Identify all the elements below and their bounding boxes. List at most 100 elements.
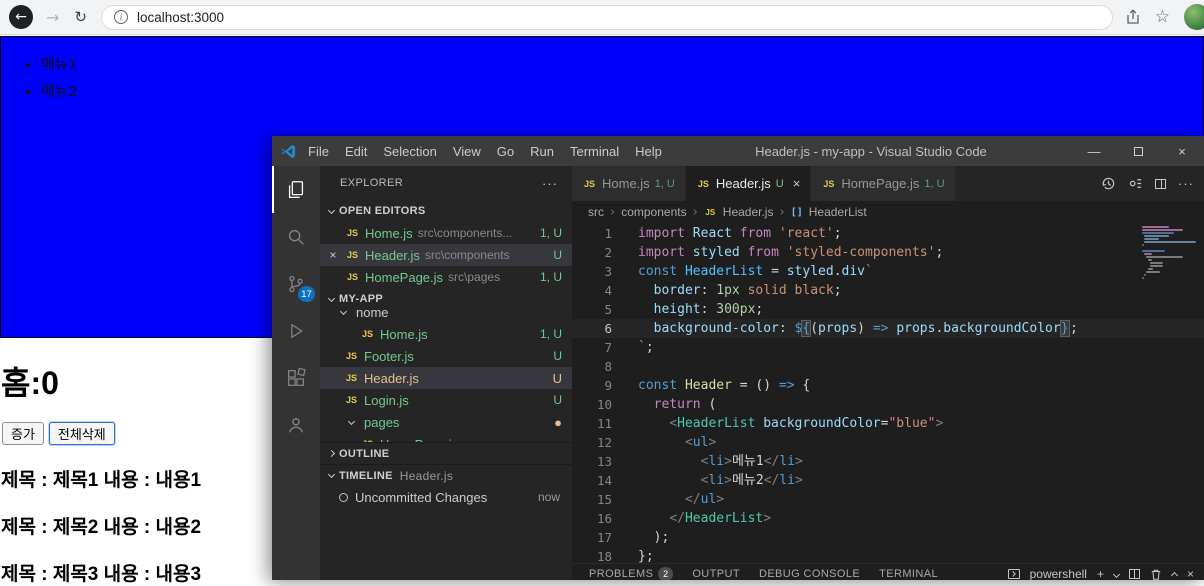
code-line-8[interactable]: 8 <box>572 357 1204 376</box>
panel-tab-problems[interactable]: PROBLEMS 2 <box>589 567 674 580</box>
profile-avatar[interactable] <box>1184 4 1204 30</box>
open-editors-header[interactable]: OPEN EDITORS <box>320 200 572 222</box>
menu-file[interactable]: File <box>300 144 337 159</box>
source-control-icon[interactable]: 17 <box>272 260 320 307</box>
browser-address-bar[interactable]: i localhost:3000 <box>100 4 1113 30</box>
code-line-12[interactable]: 12 <ul> <box>572 433 1204 452</box>
bookmark-star-icon[interactable]: ☆ <box>1155 7 1170 27</box>
outline-header[interactable]: OUTLINE <box>320 442 572 464</box>
open-editor-homepage-js[interactable]: JS HomePage.js src\pages 1, U <box>320 266 572 288</box>
extensions-icon[interactable] <box>272 354 320 401</box>
menu-terminal[interactable]: Terminal <box>562 144 627 159</box>
code-line-16[interactable]: 16 </HeaderList> <box>572 509 1204 528</box>
code-line-6[interactable]: 6 background-color: ${(props) => props.b… <box>572 319 1204 338</box>
tab-status-badge: U <box>775 177 784 190</box>
breadcrumb-file[interactable]: Header.js <box>723 205 774 219</box>
git-commit-icon <box>339 492 348 502</box>
breadcrumb-components[interactable]: components <box>621 205 686 219</box>
menu-view[interactable]: View <box>445 144 489 159</box>
menu-selection[interactable]: Selection <box>375 144 444 159</box>
timeline-history-icon[interactable] <box>1101 176 1116 191</box>
menu-run[interactable]: Run <box>522 144 562 159</box>
kill-terminal-icon[interactable] <box>1150 568 1162 581</box>
new-terminal-icon[interactable]: + <box>1097 567 1104 580</box>
url-text[interactable]: localhost:3000 <box>137 10 224 25</box>
tree-item-header-js[interactable]: JS Header.js U <box>320 367 572 389</box>
window-controls: — × <box>1072 136 1204 166</box>
breadcrumb-src[interactable]: src <box>588 205 604 219</box>
run-debug-icon[interactable] <box>272 307 320 354</box>
timeline-header[interactable]: TIMELINE Header.js <box>320 464 572 486</box>
code-line-1[interactable]: 1 import React from 'react'; <box>572 224 1204 243</box>
panel-tab-debug-console[interactable]: DEBUG CONSOLE <box>759 568 860 580</box>
js-file-icon: JS <box>346 250 358 260</box>
browser-forward-button[interactable]: → <box>46 8 59 27</box>
tab-header-js[interactable]: JS Header.js U × <box>685 166 812 201</box>
vscode-titlebar[interactable]: File Edit Selection View Go Run Terminal… <box>272 136 1204 166</box>
code-line-13[interactable]: 13 <li>메뉴1</li> <box>572 452 1204 471</box>
browser-reload-button[interactable]: ↻ <box>74 8 87 26</box>
site-info-icon[interactable]: i <box>113 10 128 24</box>
close-window-button[interactable]: × <box>1160 136 1204 166</box>
code-editor[interactable]: 1 import React from 'react'; 2 import style… <box>572 223 1204 563</box>
chevron-down-icon[interactable] <box>1112 570 1121 578</box>
close-panel-icon[interactable]: × <box>1187 567 1194 580</box>
split-terminal-icon[interactable] <box>1128 569 1140 579</box>
close-editor-icon[interactable]: × <box>326 248 340 262</box>
code-line-2[interactable]: 2 import styled from 'styled-components'; <box>572 243 1204 262</box>
git-status-badge: 1, U <box>539 226 562 240</box>
tree-item-pages-folder[interactable]: pages ● <box>320 411 572 433</box>
bottom-panel: PROBLEMS 2 OUTPUT DEBUG CONSOLE TERMINAL… <box>572 563 1204 580</box>
menu-edit[interactable]: Edit <box>337 144 375 159</box>
code-line-15[interactable]: 15 </ul> <box>572 490 1204 509</box>
browser-back-button[interactable]: ← <box>9 5 33 29</box>
terminal-shell-name[interactable]: powershell <box>1030 567 1087 580</box>
code-line-10[interactable]: 10 return ( <box>572 395 1204 414</box>
explorer-icon[interactable] <box>272 166 320 213</box>
tree-item-homepage-js[interactable]: JS HomePage.js <box>320 433 572 443</box>
tab-home-js[interactable]: JS Home.js 1, U <box>572 166 686 201</box>
js-file-icon: JS <box>705 207 716 217</box>
split-editor-icon[interactable] <box>1155 178 1166 189</box>
open-editor-home-js[interactable]: JS Home.js src\components... 1, U <box>320 222 572 244</box>
tree-item-login-js[interactable]: JS Login.js U <box>320 389 572 411</box>
menu-help[interactable]: Help <box>627 144 670 159</box>
panel-tab-output[interactable]: OUTPUT <box>692 568 740 580</box>
code-line-14[interactable]: 14 <li>메뉴2</li> <box>572 471 1204 490</box>
code-line-5[interactable]: 5 height: 300px; <box>572 300 1204 319</box>
git-status-badge: U <box>552 370 562 386</box>
tree-item-home-js[interactable]: JS Home.js 1, U <box>320 323 572 345</box>
chevron-up-icon[interactable] <box>1170 571 1179 580</box>
panel-tab-terminal[interactable]: TERMINAL <box>879 568 938 580</box>
breadcrumb-symbol[interactable]: HeaderList <box>809 205 867 219</box>
search-icon[interactable] <box>272 213 320 260</box>
more-actions-icon[interactable]: ··· <box>1178 176 1194 191</box>
code-line-4[interactable]: 4 border: 1px solid black; <box>572 281 1204 300</box>
close-tab-icon[interactable]: × <box>793 176 801 191</box>
js-file-icon: JS <box>345 395 357 405</box>
menu-go[interactable]: Go <box>489 144 522 159</box>
code-lines[interactable]: 1 import React from 'react'; 2 import style… <box>572 224 1204 563</box>
clear-all-button[interactable]: 전체삭제 <box>48 422 115 445</box>
open-changes-icon[interactable] <box>1128 176 1143 191</box>
timeline-entry[interactable]: Uncommitted Changes now <box>320 486 572 508</box>
account-icon[interactable] <box>272 401 320 448</box>
code-line-7[interactable]: 7 `; <box>572 338 1204 357</box>
chevron-down-icon <box>327 206 336 214</box>
code-line-11[interactable]: 11 <HeaderList backgroundColor="blue"> <box>572 414 1204 433</box>
share-icon[interactable] <box>1125 9 1141 25</box>
tree-item-home-folder[interactable]: home <box>320 310 572 323</box>
minimize-button[interactable]: — <box>1072 136 1116 166</box>
more-actions-icon[interactable]: ··· <box>542 176 558 191</box>
maximize-button[interactable] <box>1116 136 1160 166</box>
tree-item-footer-js[interactable]: JS Footer.js U <box>320 345 572 367</box>
code-line-9[interactable]: 9 const Header = () => { <box>572 376 1204 395</box>
open-editor-header-js[interactable]: × JS Header.js src\components U <box>320 244 572 266</box>
code-line-17[interactable]: 17 ); <box>572 528 1204 547</box>
project-root-header[interactable]: MY-APP <box>320 288 572 310</box>
code-line-18[interactable]: 18}; <box>572 547 1204 563</box>
code-line-3[interactable]: 3 const HeaderList = styled.div` <box>572 262 1204 281</box>
increase-button[interactable]: 증가 <box>2 422 44 445</box>
minimap[interactable] <box>1142 226 1200 279</box>
tab-homepage-js[interactable]: JS HomePage.js 1, U <box>811 166 956 201</box>
